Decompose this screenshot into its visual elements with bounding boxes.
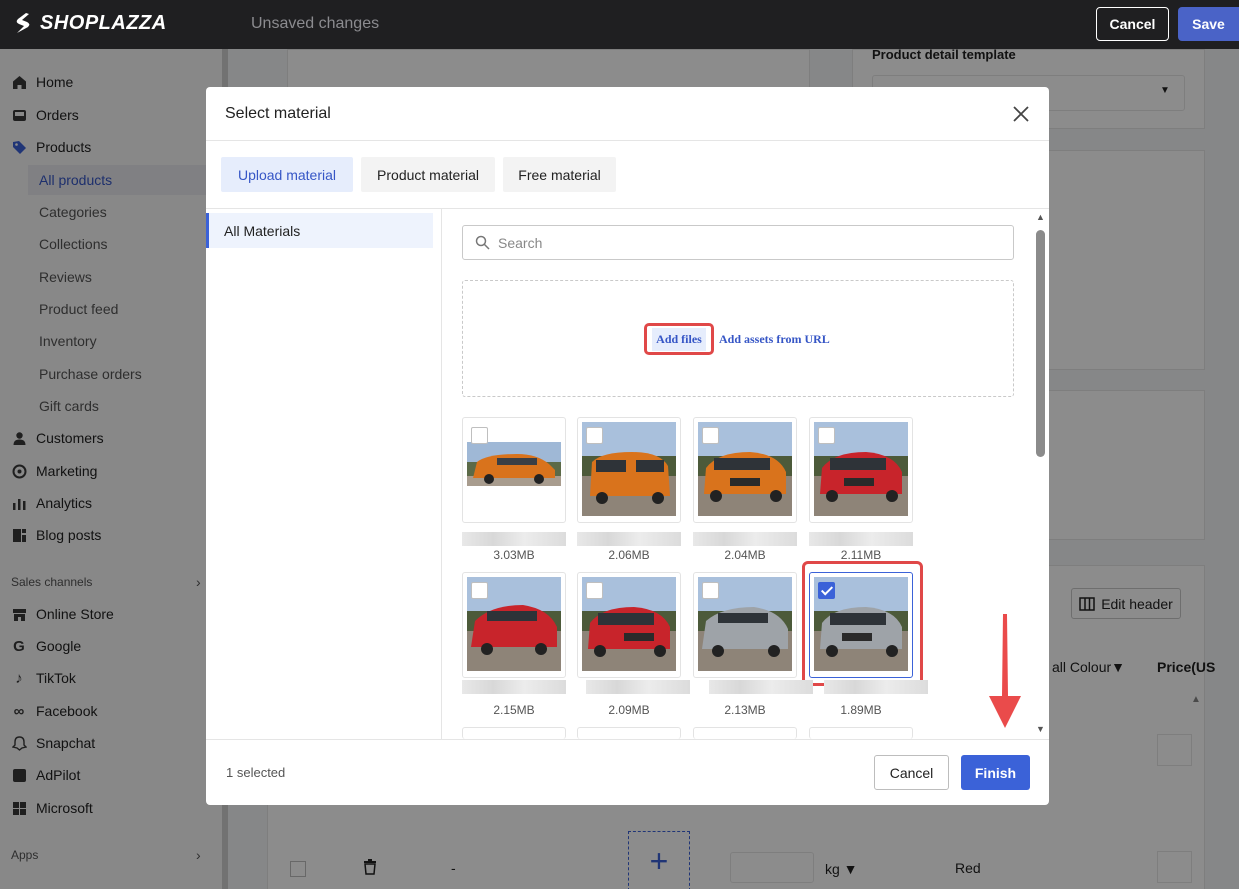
- unsaved-changes-label: Unsaved changes: [251, 15, 380, 32]
- modal-header-divider: [206, 140, 1049, 141]
- material-filename-blurred: [586, 680, 690, 694]
- material-filename-blurred: [693, 532, 797, 546]
- material-checkbox[interactable]: [586, 582, 603, 599]
- material-size: 2.09MB: [608, 703, 650, 717]
- tab-product-material[interactable]: Product material: [361, 157, 495, 192]
- folder-pane: All Materials: [206, 209, 442, 739]
- selected-count: 1 selected: [226, 765, 286, 780]
- add-files-label: Add files: [652, 327, 706, 351]
- material-checkbox[interactable]: [702, 427, 719, 444]
- material-filename-blurred: [824, 680, 928, 694]
- finish-button[interactable]: Finish: [961, 755, 1030, 790]
- material-thumb-partial[interactable]: [462, 727, 566, 739]
- search-icon: [475, 235, 490, 250]
- modal-footer-divider: [206, 739, 1049, 740]
- material-thumb-partial[interactable]: [693, 727, 797, 739]
- top-cancel-button[interactable]: Cancel: [1096, 7, 1169, 41]
- annotation-arrow-icon: [989, 614, 1021, 728]
- brand-name: SHOPLAZZA: [40, 11, 167, 34]
- tab-upload-material[interactable]: Upload material: [221, 157, 353, 192]
- material-thumb[interactable]: [462, 572, 566, 678]
- selected-material-highlight: [802, 561, 923, 686]
- modal-cancel-button[interactable]: Cancel: [874, 755, 949, 790]
- material-filename-blurred: [462, 680, 566, 694]
- modal-title: Select material: [225, 105, 331, 122]
- material-checkbox[interactable]: [471, 427, 488, 444]
- material-thumb[interactable]: [809, 417, 913, 523]
- top-save-button[interactable]: Save: [1178, 7, 1239, 41]
- upload-dropzone[interactable]: Add files Add assets from URL: [462, 280, 1014, 397]
- material-thumb[interactable]: [577, 417, 681, 523]
- add-assets-from-url-link[interactable]: Add assets from URL: [719, 332, 830, 347]
- material-filename-blurred: [709, 680, 813, 694]
- shoplazza-logo-icon: [16, 13, 30, 33]
- material-thumb[interactable]: [462, 417, 566, 523]
- folder-all-materials[interactable]: All Materials: [206, 213, 433, 248]
- add-files-button[interactable]: Add files: [644, 323, 714, 355]
- material-size: 3.03MB: [493, 548, 535, 562]
- material-checkbox[interactable]: [471, 582, 488, 599]
- material-filename-blurred: [462, 532, 566, 546]
- material-size: 2.13MB: [724, 703, 766, 717]
- material-checkbox[interactable]: [586, 427, 603, 444]
- material-thumb[interactable]: [693, 572, 797, 678]
- material-checkbox[interactable]: [818, 427, 835, 444]
- tab-free-material[interactable]: Free material: [503, 157, 616, 192]
- material-size: 1.89MB: [840, 703, 882, 717]
- material-filename-blurred: [809, 532, 913, 546]
- material-thumb-partial[interactable]: [577, 727, 681, 739]
- scroll-down-icon[interactable]: ▼: [1036, 724, 1045, 734]
- material-filename-blurred: [577, 532, 681, 546]
- shoplazza-logo[interactable]: SHOPLAZZA: [12, 11, 167, 35]
- scroll-up-icon[interactable]: ▲: [1036, 212, 1045, 222]
- material-size: 2.04MB: [724, 548, 766, 562]
- close-icon[interactable]: [1010, 103, 1032, 125]
- material-thumb[interactable]: [577, 572, 681, 678]
- material-size: 2.11MB: [840, 548, 882, 562]
- material-scrollbar-thumb[interactable]: [1036, 230, 1045, 457]
- material-size: 2.06MB: [608, 548, 650, 562]
- material-thumb-partial[interactable]: [809, 727, 913, 739]
- search-input[interactable]: Search: [462, 225, 1014, 260]
- material-thumb[interactable]: [693, 417, 797, 523]
- material-checkbox[interactable]: [702, 582, 719, 599]
- material-size: 2.15MB: [493, 703, 535, 717]
- search-placeholder: Search: [498, 234, 543, 251]
- select-material-modal: Select material Upload material Product …: [206, 87, 1049, 805]
- top-bar: SHOPLAZZA Unsaved changes Cancel Save: [0, 0, 1239, 49]
